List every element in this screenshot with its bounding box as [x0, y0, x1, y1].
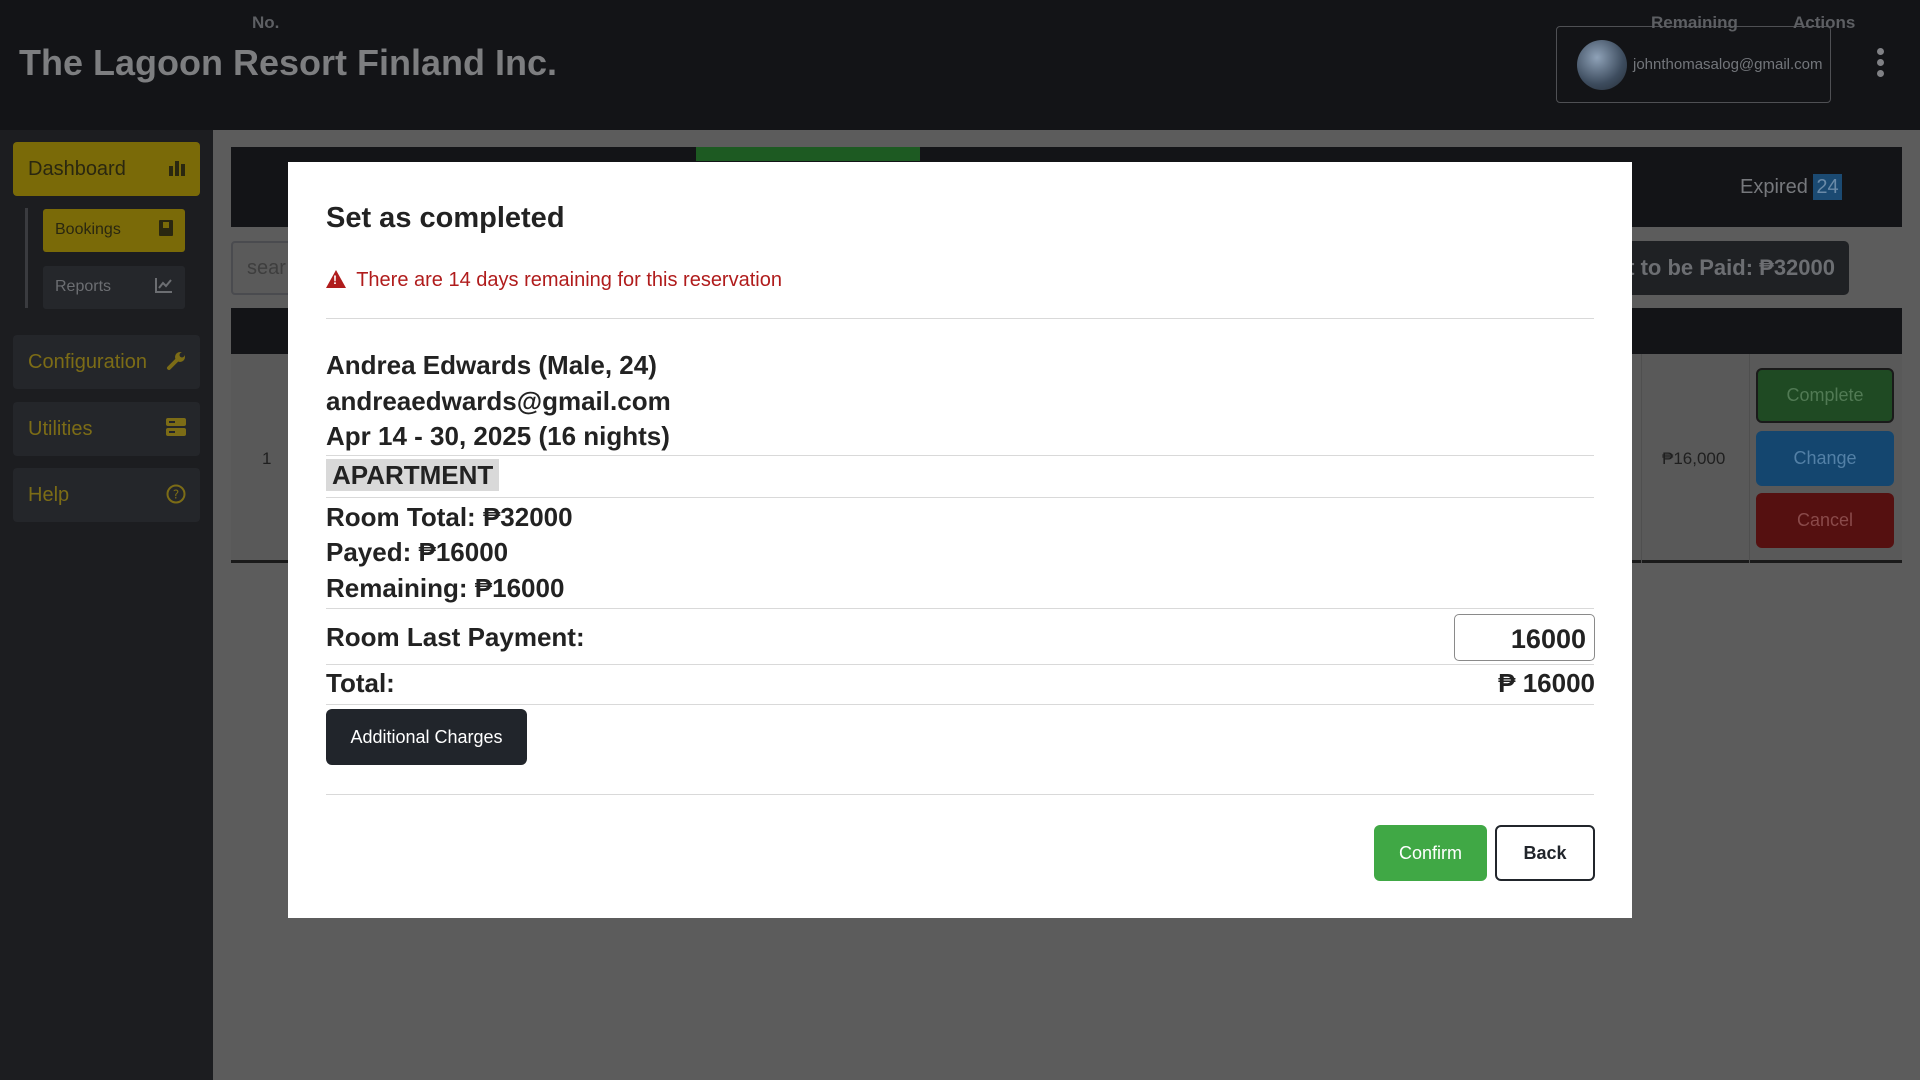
remaining-days-alert: There are 14 days remaining for this res… — [326, 268, 782, 292]
more-menu-icon[interactable] — [1870, 48, 1890, 82]
svg-text:?: ? — [173, 488, 179, 502]
server-icon — [166, 418, 186, 442]
divider — [326, 794, 1594, 795]
active-tab-indicator — [696, 147, 920, 161]
divider — [326, 318, 1594, 319]
total-label: Total: — [326, 668, 395, 698]
divider — [326, 664, 1594, 665]
confirm-button[interactable]: Confirm — [1374, 825, 1487, 881]
warning-icon — [326, 270, 346, 288]
divider — [326, 455, 1594, 456]
avatar — [1577, 40, 1627, 90]
modal-title: Set as completed — [326, 202, 565, 234]
sidebar-item-reports[interactable]: Reports — [43, 266, 185, 309]
complete-button[interactable]: Complete — [1756, 368, 1894, 423]
line-chart-icon — [155, 277, 173, 298]
book-icon — [159, 220, 173, 241]
row-remaining: ₱16,000 — [1662, 449, 1726, 468]
total-value: ₱ 16000 — [1498, 668, 1595, 698]
divider — [326, 704, 1594, 705]
bar-chart-icon — [168, 158, 186, 182]
help-circle-icon: ? — [166, 484, 186, 510]
remaining-amount: Remaining: ₱16000 — [326, 573, 565, 603]
row-number: 1 — [262, 449, 272, 468]
sidebar-item-label: Dashboard — [28, 158, 126, 180]
column-header-remaining: Remaining — [1651, 13, 1738, 32]
change-button[interactable]: Change — [1756, 431, 1894, 486]
guest-email: andreaedwards@gmail.com — [326, 386, 671, 416]
top-bar: The Lagoon Resort Finland Inc. johnthoma… — [0, 0, 1920, 130]
stay-dates: Apr 14 - 30, 2025 (16 nights) — [326, 421, 670, 451]
alert-text: There are 14 days remaining for this res… — [356, 269, 782, 291]
submenu-divider — [25, 208, 28, 308]
guest-name: Andrea Edwards (Male, 24) — [326, 350, 657, 380]
tab-expired-label: Expired — [1740, 176, 1808, 198]
column-divider — [1641, 354, 1642, 563]
wrench-icon — [166, 351, 186, 377]
sidebar-item-label: Configuration — [28, 351, 147, 373]
tab-expired[interactable]: Expired 24 — [1740, 174, 1842, 200]
sidebar-item-label: Reports — [55, 278, 112, 295]
cancel-button[interactable]: Cancel — [1756, 493, 1894, 548]
sidebar-item-utilities[interactable]: Utilities — [13, 402, 200, 456]
room-total: Room Total: ₱32000 — [326, 502, 573, 532]
account-chip[interactable]: johnthomasalog@gmail.com — [1556, 26, 1831, 103]
back-button[interactable]: Back — [1495, 825, 1595, 881]
expired-count-badge: 24 — [1813, 174, 1842, 200]
set-completed-modal: Set as completed There are 14 days remai… — [288, 162, 1632, 918]
sidebar-item-label: Utilities — [28, 418, 93, 440]
sidebar: Dashboard Bookings Reports Configuration… — [0, 130, 213, 1080]
divider — [326, 608, 1594, 609]
last-payment-input[interactable]: 16000 — [1454, 614, 1595, 661]
sidebar-item-configuration[interactable]: Configuration — [13, 335, 200, 389]
last-payment-label: Room Last Payment: — [326, 622, 585, 652]
column-header-actions: Actions — [1793, 13, 1856, 32]
column-divider — [1749, 354, 1750, 563]
sidebar-item-dashboard[interactable]: Dashboard — [13, 142, 200, 196]
divider — [326, 497, 1594, 498]
payed-amount: Payed: ₱16000 — [326, 537, 509, 567]
sidebar-item-bookings[interactable]: Bookings — [43, 209, 185, 252]
sidebar-item-label: Help — [28, 484, 70, 506]
additional-charges-button[interactable]: Additional Charges — [326, 709, 527, 765]
account-email: johnthomasalog@gmail.com — [1633, 56, 1823, 73]
room-type-label: APARTMENT — [326, 459, 500, 491]
sidebar-item-label: Bookings — [55, 221, 121, 238]
sidebar-item-help[interactable]: Help ? — [13, 468, 200, 522]
column-header-no: No. — [252, 13, 280, 32]
brand-title: The Lagoon Resort Finland Inc. — [19, 42, 558, 83]
